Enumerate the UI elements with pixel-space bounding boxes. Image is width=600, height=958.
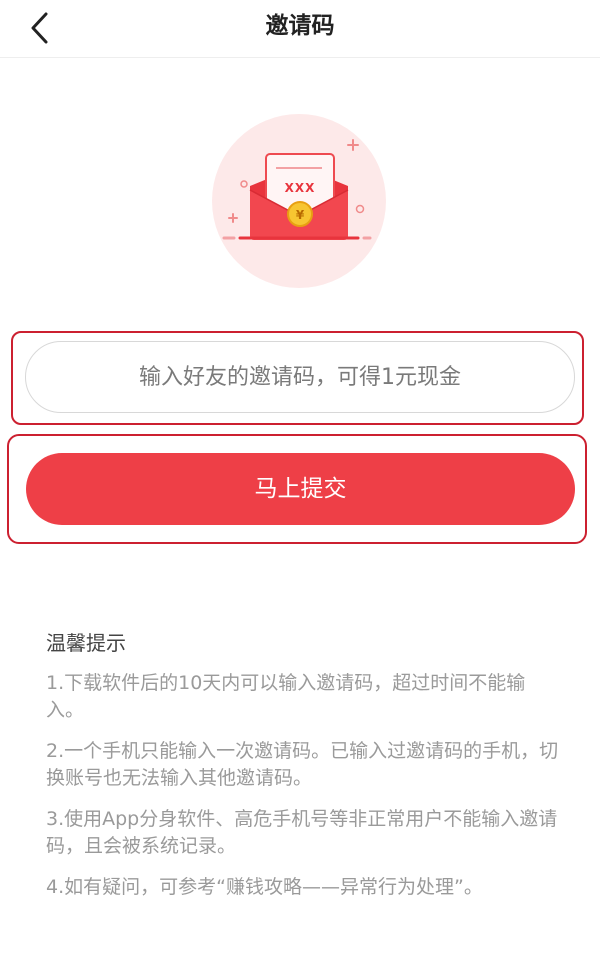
header-bar: 邀请码 [0, 0, 600, 58]
tip-item: 3.使用App分身软件、高危手机号等非正常用户不能输入邀请码，且会被系统记录。 [46, 808, 558, 857]
submit-button[interactable]: 马上提交 [26, 453, 575, 525]
tips-section: 温馨提示 1.下载软件后的10天内可以输入邀请码，超过时间不能输入。 2.一个手… [46, 628, 562, 915]
envelope-label: XXX [285, 181, 316, 195]
invite-illustration: XXX ¥ [210, 114, 390, 290]
red-envelope-icon: XXX ¥ [212, 114, 386, 288]
tip-item: 2.一个手机只能输入一次邀请码。已输入过邀请码的手机，切换账号也无法输入其他邀请… [46, 740, 559, 789]
tip-item: 1.下载软件后的10天内可以输入邀请码，超过时间不能输入。 [46, 672, 526, 721]
tips-title: 温馨提示 [46, 631, 126, 655]
invite-code-input[interactable] [25, 341, 575, 413]
coin-symbol: ¥ [296, 208, 305, 222]
tip-item: 4.如有疑问，可参考“赚钱攻略——异常行为处理”。 [46, 876, 483, 898]
page-title: 邀请码 [265, 13, 335, 39]
